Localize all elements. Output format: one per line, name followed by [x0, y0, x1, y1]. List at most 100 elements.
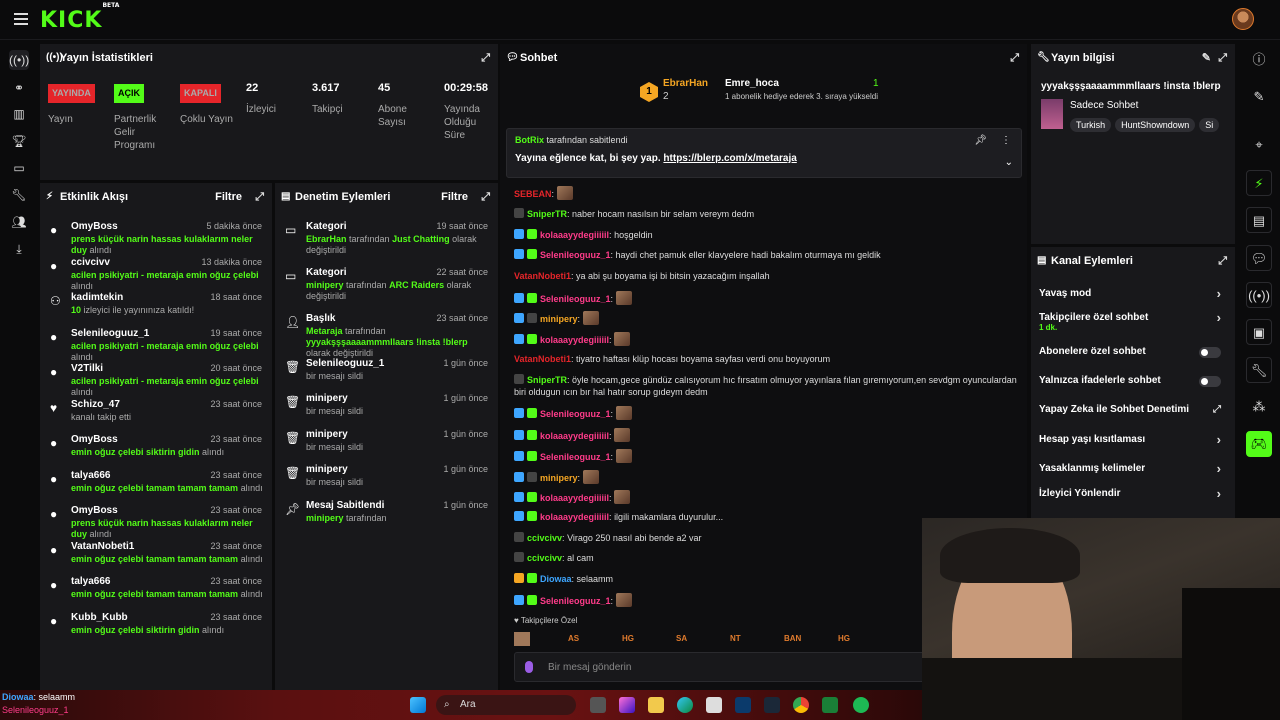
- activity-user[interactable]: ccivcivv: [71, 257, 110, 268]
- edit-icon[interactable]: ✎: [1202, 44, 1211, 72]
- broadcast-icon[interactable]: ((•)): [1246, 282, 1272, 308]
- chat-username[interactable]: minipery: [540, 473, 578, 483]
- activity-user[interactable]: talya666: [71, 576, 110, 587]
- activity-user[interactable]: VatanNobeti1: [71, 541, 134, 552]
- expand-icon[interactable]: ⤢: [1218, 247, 1227, 275]
- activity-user[interactable]: Kubb_Kubb: [71, 612, 128, 623]
- windows-icon[interactable]: [410, 697, 426, 713]
- pinned-link[interactable]: https://blerp.com/x/metaraja: [663, 153, 796, 164]
- wrench-icon[interactable]: 🔧︎: [9, 185, 29, 205]
- wrench-icon[interactable]: 🔧︎: [1246, 357, 1272, 383]
- tag-pill[interactable]: Turkish: [1070, 118, 1112, 132]
- emote-button[interactable]: NT: [730, 634, 741, 643]
- chat-username[interactable]: Selenileoguuz_1: [540, 409, 611, 419]
- link-icon[interactable]: ⚭: [9, 78, 29, 98]
- chat-username[interactable]: Diowaa: [540, 574, 572, 584]
- info-icon[interactable]: ⓘ: [1246, 47, 1272, 73]
- taskbar-search[interactable]: ⌕ Ara: [436, 695, 576, 715]
- channel-action[interactable]: Takipçilere özel sohbet 1 dk. ›: [1039, 311, 1227, 333]
- emote-button[interactable]: [514, 632, 530, 646]
- edge-icon[interactable]: [677, 697, 693, 713]
- kick-app-icon[interactable]: [822, 697, 838, 713]
- users-icon[interactable]: 👥︎: [9, 212, 29, 232]
- category-name[interactable]: Sadece Sohbet: [1070, 100, 1138, 111]
- activity-user[interactable]: OmyBoss: [71, 221, 118, 232]
- chat-username[interactable]: kolaaayydegiiiiil: [540, 431, 609, 441]
- pencil-icon[interactable]: ✎: [1246, 84, 1272, 110]
- copilot-icon[interactable]: [619, 697, 635, 713]
- trophy-icon[interactable]: 🏆︎: [9, 131, 29, 151]
- expand-icon[interactable]: ⤢: [1010, 44, 1019, 72]
- more-icon[interactable]: ⋮: [1001, 135, 1011, 146]
- chat-icon[interactable]: 💬︎: [1246, 245, 1272, 271]
- toggle-switch[interactable]: [1199, 376, 1221, 387]
- channel-action[interactable]: Yalnızca ifadelerle sohbet: [1039, 370, 1227, 392]
- channel-action[interactable]: İzleyici Yönlendir ›: [1039, 483, 1227, 505]
- download-icon[interactable]: ⤓: [9, 239, 29, 259]
- activity-user[interactable]: V2Tilki: [71, 363, 103, 374]
- channel-action[interactable]: Yavaş mod ›: [1039, 283, 1227, 305]
- steam-icon[interactable]: [764, 697, 780, 713]
- tag-pill[interactable]: Si: [1199, 118, 1220, 132]
- bolt-icon[interactable]: ⚡︎: [1246, 170, 1272, 196]
- filter-button[interactable]: Filtre: [441, 183, 468, 211]
- expand-icon[interactable]: ⤢: [481, 183, 490, 211]
- channel-action[interactable]: Hesap yaşı kısıtlaması ›: [1039, 429, 1227, 451]
- kick-logo[interactable]: KICKBETA: [40, 2, 119, 33]
- emote-button[interactable]: HG: [838, 634, 850, 643]
- chat-username[interactable]: SEBEAN: [514, 189, 552, 199]
- chevron-down-icon[interactable]: ⌄: [1005, 157, 1013, 168]
- menu-icon[interactable]: [14, 13, 28, 25]
- analytics-icon[interactable]: ▥: [9, 104, 29, 124]
- activity-user[interactable]: talya666: [71, 470, 110, 481]
- filter-button[interactable]: Filtre: [215, 183, 242, 211]
- chrome-icon[interactable]: [793, 697, 809, 713]
- tag-pill[interactable]: HuntShowndown: [1115, 118, 1196, 132]
- chat-username[interactable]: VatanNobeti1: [514, 354, 571, 364]
- chat-username[interactable]: Selenileoguuz_1: [540, 452, 611, 462]
- expand-icon[interactable]: ⤢: [255, 183, 264, 211]
- taskview-icon[interactable]: [590, 697, 606, 713]
- emote-button[interactable]: HG: [622, 634, 634, 643]
- mic-icon[interactable]: [525, 661, 533, 673]
- chat-username[interactable]: SniperTR: [527, 209, 567, 219]
- toggle-switch[interactable]: [1199, 347, 1221, 358]
- nodes-icon[interactable]: ⁂: [1246, 394, 1272, 420]
- app-icon[interactable]: [735, 697, 751, 713]
- emote-button[interactable]: SA: [676, 634, 687, 643]
- gifter-name[interactable]: Emre_hoca: [725, 78, 779, 89]
- folder-icon[interactable]: [648, 697, 664, 713]
- store-icon[interactable]: [706, 697, 722, 713]
- activity-user[interactable]: kadimtekin: [71, 292, 123, 303]
- chat-username[interactable]: kolaaayydegiiiiil: [540, 512, 609, 522]
- chat-username[interactable]: ccivcivv: [527, 553, 562, 563]
- layout-icon[interactable]: ▣: [1246, 319, 1272, 345]
- game-icon[interactable]: 🎮︎: [1246, 431, 1272, 457]
- target-icon[interactable]: ⌖: [1246, 132, 1272, 158]
- activity-user[interactable]: OmyBoss: [71, 505, 118, 516]
- expand-icon[interactable]: ⤢: [481, 44, 490, 72]
- activity-user[interactable]: OmyBoss: [71, 434, 118, 445]
- document-icon[interactable]: ▤: [1246, 207, 1272, 233]
- chat-username[interactable]: kolaaayydegiiiiil: [540, 230, 609, 240]
- user-avatar[interactable]: [1232, 8, 1254, 30]
- chat-username[interactable]: VatanNobeti1: [514, 271, 571, 281]
- activity-user[interactable]: Selenileoguuz_1: [71, 328, 149, 339]
- chat-username[interactable]: kolaaayydegiiiiil: [540, 335, 609, 345]
- chat-username[interactable]: Selenileoguuz_1: [540, 250, 611, 260]
- chat-username[interactable]: minipery: [540, 314, 578, 324]
- channel-action[interactable]: Yasaklanmış kelimeler ›: [1039, 458, 1227, 480]
- emote-button[interactable]: AS: [568, 634, 579, 643]
- chat-username[interactable]: Selenileoguuz_1: [540, 294, 611, 304]
- chat-username[interactable]: kolaaayydegiiiiil: [540, 493, 609, 503]
- gifter-name[interactable]: EbrarHan: [663, 78, 708, 89]
- chat-username[interactable]: ccivcivv: [527, 533, 562, 543]
- channel-action[interactable]: Yapay Zeka ile Sohbet Denetimi ⤢: [1039, 399, 1227, 421]
- video-icon[interactable]: ▭: [9, 158, 29, 178]
- chat-username[interactable]: Selenileoguuz_1: [540, 596, 611, 606]
- chat-username[interactable]: SniperTR: [527, 375, 567, 385]
- broadcast-icon[interactable]: ((•)): [9, 50, 29, 70]
- channel-action[interactable]: Abonelere özel sohbet: [1039, 341, 1227, 363]
- emote-button[interactable]: BAN: [784, 634, 801, 643]
- pin-icon[interactable]: 📌︎: [974, 135, 987, 146]
